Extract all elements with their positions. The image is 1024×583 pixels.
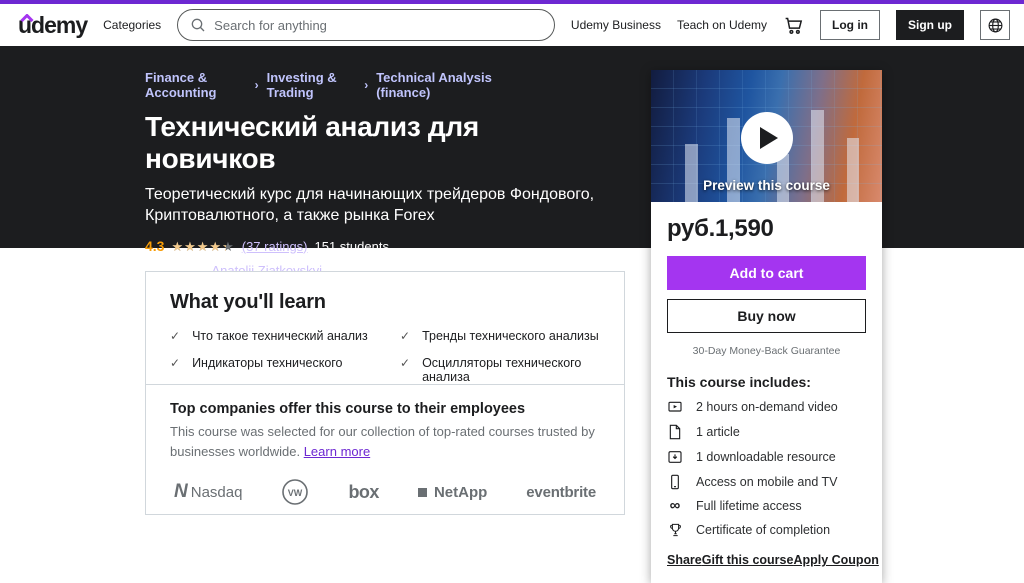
learn-item: Осцилляторы технического анализа <box>400 356 600 384</box>
breadcrumb-separator-icon: › <box>364 78 369 92</box>
login-button[interactable]: Log in <box>820 10 880 40</box>
students-count: 151 students <box>314 238 389 254</box>
downloadable-icon <box>667 449 683 465</box>
volkswagen-logo: VW <box>281 478 309 506</box>
box-logo: box <box>348 481 379 502</box>
course-subtitle: Теоретический курс для начинающих трейде… <box>145 186 595 225</box>
check-icon <box>400 329 410 345</box>
breadcrumb-link-technical-analysis[interactable]: Technical Analysis (finance) <box>376 70 505 100</box>
cart-icon[interactable] <box>783 15 804 36</box>
rating-row: 4.3 ★★★★★★★★★★ (37 ratings) 151 students <box>145 238 505 254</box>
learn-more-link[interactable]: Learn more <box>304 444 370 459</box>
top-companies-box: Top companies offer this course to their… <box>145 384 625 515</box>
trophy-icon <box>667 522 683 538</box>
udemy-logo[interactable]: udemy <box>18 12 88 36</box>
netapp-logo: NetApp <box>417 484 487 501</box>
preview-chart-bar <box>685 144 698 202</box>
apply-coupon-link[interactable]: Apply Coupon <box>793 553 878 567</box>
learn-item: Что такое технический анализ <box>170 329 370 345</box>
companies-body: This course was selected for our collect… <box>170 424 595 459</box>
nav-udemy-business[interactable]: Udemy Business <box>571 18 661 32</box>
company-logos-row: N Nasdaq VW box NetApp eventbrite <box>170 478 600 506</box>
netapp-mark-icon <box>417 487 427 497</box>
search-input[interactable] <box>214 17 548 33</box>
purchase-card: Preview this course руб.1,590 Add to car… <box>651 70 882 583</box>
learn-item: Индикаторы технического <box>170 356 370 384</box>
svg-text:VW: VW <box>288 488 303 498</box>
udemy-logo-caret-icon <box>20 9 34 27</box>
eventbrite-logo: eventbrite <box>526 483 596 501</box>
add-to-cart-button[interactable]: Add to cart <box>667 256 866 290</box>
signup-button[interactable]: Sign up <box>896 10 964 40</box>
share-link[interactable]: Share <box>667 553 702 567</box>
include-item: 2 hours on-demand video <box>667 399 866 415</box>
breadcrumb-link-investing[interactable]: Investing & Trading <box>267 70 357 100</box>
breadcrumb-link-finance[interactable]: Finance & Accounting <box>145 70 247 100</box>
ondemand-video-icon <box>667 399 683 415</box>
language-globe-button[interactable] <box>980 10 1010 40</box>
course-title: Технический анализ для новичков <box>145 111 479 174</box>
money-back-guarantee: 30-Day Money-Back Guarantee <box>692 345 841 357</box>
companies-title: Top companies offer this course to their… <box>170 401 526 417</box>
learn-items-grid: Что такое технический анализ Тренды техн… <box>170 329 600 384</box>
article-icon <box>667 424 683 440</box>
star-rating-icon: ★★★★★★★★★★ <box>171 238 235 254</box>
what-youll-learn-box: What you'll learn Что такое технический … <box>145 271 625 401</box>
buy-now-button[interactable]: Buy now <box>667 299 866 333</box>
learn-section-title: What you'll learn <box>170 291 326 313</box>
course-price: руб.1,590 <box>667 215 774 242</box>
includes-title: This course includes: <box>667 374 811 390</box>
top-nav: udemy Categories Udemy Business Teach on… <box>0 4 1024 46</box>
course-preview-thumbnail[interactable]: Preview this course <box>651 70 882 202</box>
include-item: 1 downloadable resource <box>667 449 866 465</box>
check-icon <box>170 329 180 345</box>
breadcrumb: Finance & Accounting › Investing & Tradi… <box>145 70 505 100</box>
search-icon[interactable] <box>190 17 206 33</box>
play-button[interactable] <box>740 112 793 164</box>
include-item: Access on mobile and TV <box>667 474 866 490</box>
learn-item: Тренды технического анализы <box>400 329 600 345</box>
include-item: 1 article <box>667 424 866 440</box>
play-icon <box>760 127 778 149</box>
infinity-icon: ∞ <box>669 497 681 514</box>
search-bar[interactable] <box>177 9 555 41</box>
gift-course-link[interactable]: Gift this course <box>702 553 794 567</box>
share-row: Share Gift this course Apply Coupon <box>667 553 879 567</box>
include-item: ∞ Full lifetime access <box>667 497 866 514</box>
breadcrumb-separator-icon: › <box>254 78 259 92</box>
nasdaq-logo: N Nasdaq <box>174 481 243 502</box>
mobile-icon <box>667 474 683 490</box>
ratings-count-link[interactable]: (37 ratings) <box>242 239 308 254</box>
check-icon <box>170 356 180 372</box>
preview-label: Preview this course <box>703 178 830 193</box>
nav-categories[interactable]: Categories <box>103 18 161 32</box>
check-icon <box>400 356 410 372</box>
nav-teach-on-udemy[interactable]: Teach on Udemy <box>677 18 767 32</box>
nasdaq-mark-icon: N <box>174 481 188 502</box>
include-item: Certificate of completion <box>667 522 866 538</box>
rating-score: 4.3 <box>145 238 165 255</box>
includes-list: 2 hours on-demand video 1 article 1 down… <box>667 399 866 538</box>
